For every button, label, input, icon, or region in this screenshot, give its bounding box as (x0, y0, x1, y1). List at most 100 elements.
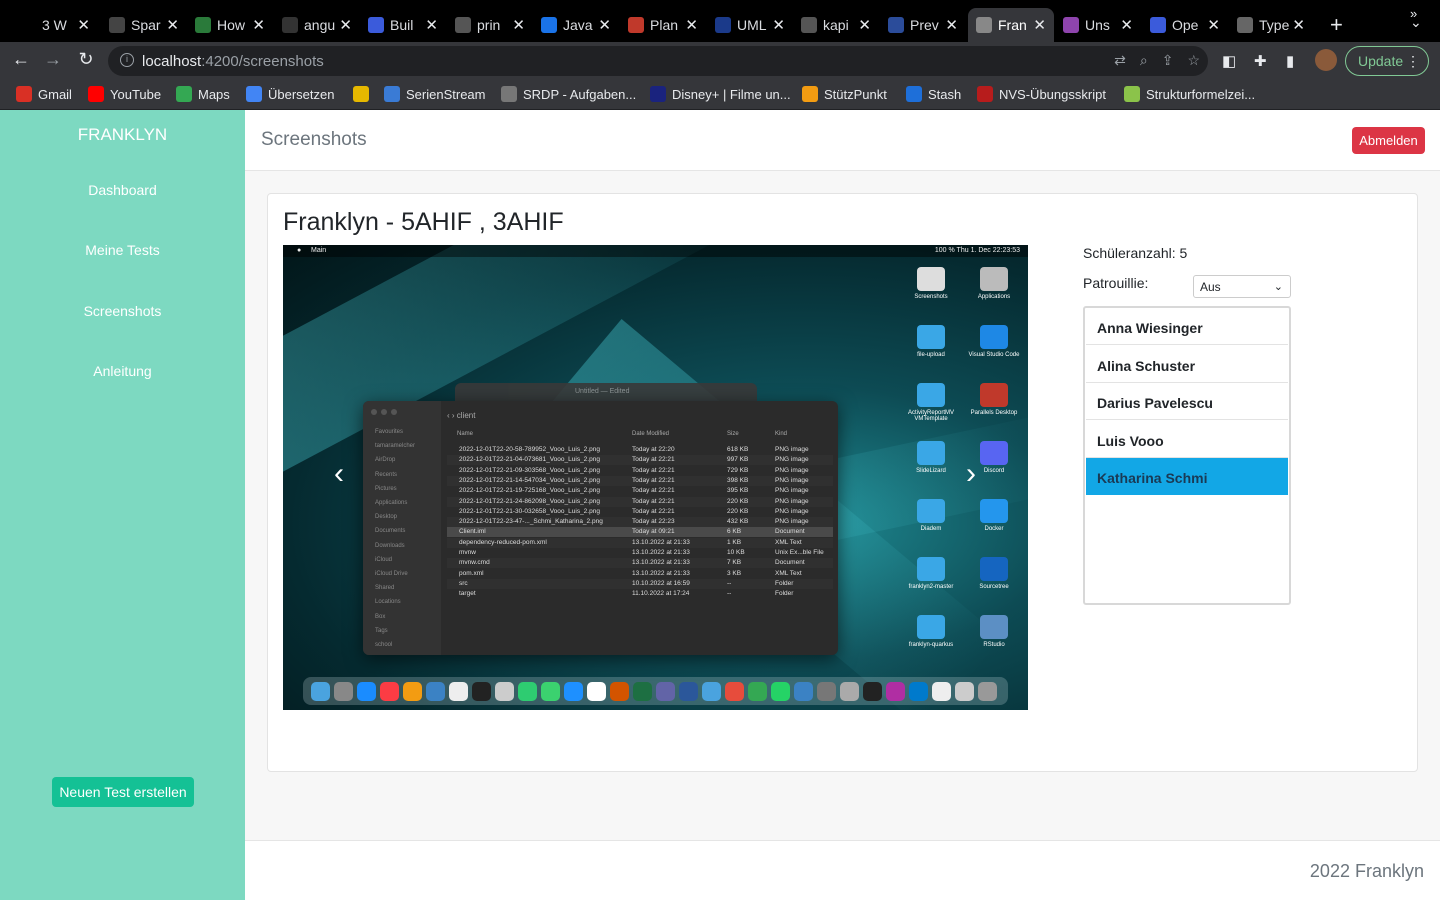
forward-icon[interactable]: → (41, 49, 65, 70)
address-bar[interactable]: i localhost:4200/screenshots ⇄ ⌕ ⇪ ☆ (108, 46, 1208, 76)
bookmark-item[interactable]: Übersetzen (246, 86, 334, 102)
close-icon[interactable]: ✕ (166, 16, 179, 34)
close-icon[interactable]: ✕ (1120, 16, 1133, 34)
tab-prin[interactable]: prin ✕ (447, 8, 533, 42)
bookmark-item[interactable]: Disney+ | Filme un... (650, 86, 791, 102)
bookmark-item[interactable]: Stash (906, 86, 961, 102)
tab-how[interactable]: How ✕ (187, 8, 273, 42)
close-icon[interactable]: ✕ (425, 16, 438, 34)
finder-file-cell: Today at 22:21 (632, 466, 675, 474)
molecule-icon (1124, 86, 1140, 102)
back-icon[interactable]: ← (9, 49, 33, 70)
tab-plan[interactable]: Plan ✕ (620, 8, 706, 42)
tab-ope[interactable]: Ope ✕ (1142, 8, 1228, 42)
tab-kapi[interactable]: kapi ✕ (793, 8, 879, 42)
student-list-item[interactable]: Anna Wiesinger (1086, 308, 1288, 345)
carousel-prev-icon[interactable]: ‹ (324, 457, 354, 491)
finder-file-row: 2022-12-01T22-21-19-725168_Vooo_Luis_2.p… (447, 486, 833, 496)
bookmark-item[interactable]: SRDP - Aufgaben... (501, 86, 636, 102)
student-list-item[interactable]: Darius Pavelescu (1086, 383, 1288, 420)
tab-type[interactable]: Type ✕ (1229, 8, 1313, 42)
new-test-button[interactable]: Neuen Test erstellen (52, 777, 194, 807)
bookmark-item[interactable]: SerienStream (384, 86, 485, 102)
close-icon[interactable]: ✕ (685, 16, 698, 34)
sidebar-item-screenshots[interactable]: Screenshots (0, 303, 245, 319)
sidebar-item-meine-tests[interactable]: Meine Tests (0, 242, 245, 258)
zoom-icon[interactable]: ⌕ (1140, 52, 1148, 69)
profile-avatar[interactable] (1315, 49, 1337, 71)
tab-spar[interactable]: Spar ✕ (101, 8, 187, 42)
bookmark-item[interactable]: StützPunkt (802, 86, 887, 102)
menu-dots-icon[interactable]: ⋮ (1406, 53, 1420, 70)
close-icon[interactable]: ✕ (858, 16, 871, 34)
finder-sidebar-item: Desktop (375, 514, 398, 521)
tab-angu[interactable]: angu ✕ (274, 8, 360, 42)
tab-uns[interactable]: Uns ✕ (1055, 8, 1141, 42)
desktop-icon: Applications (964, 267, 1024, 300)
close-icon[interactable]: ✕ (339, 16, 352, 34)
logout-button[interactable]: Abmelden (1352, 127, 1425, 154)
tab-java[interactable]: Java ✕ (533, 8, 619, 42)
close-icon[interactable]: ✕ (772, 16, 785, 34)
close-icon[interactable]: ✕ (512, 16, 525, 34)
close-icon[interactable]: ✕ (945, 16, 958, 34)
bookmark-item[interactable]: YouTube (88, 86, 161, 102)
extension-icon[interactable]: ◧ (1222, 52, 1236, 70)
carousel-next-icon[interactable]: › (956, 457, 986, 491)
tab-fran[interactable]: Fran ✕ (968, 8, 1054, 42)
translate-icon[interactable]: ⇄ (1114, 52, 1126, 69)
tab-buil[interactable]: Buil ✕ (360, 8, 446, 42)
close-icon[interactable]: ✕ (1292, 16, 1305, 34)
finder-file-cell: PNG image (775, 476, 809, 484)
bookmarks-overflow-icon[interactable]: » (1410, 6, 1417, 21)
student-list-item[interactable]: Luis Vooo (1086, 421, 1288, 458)
tab-uml[interactable]: UML ✕ (707, 8, 793, 42)
dock-app-icon (817, 681, 836, 701)
bookmark-label: Übersetzen (268, 86, 335, 102)
finder-column-header: Date Modified (632, 431, 670, 437)
bookmark-item[interactable]: Strukturformelzei... (1124, 86, 1255, 102)
tab-strip: 3 W ✕ Spar ✕ How ✕ angu ✕ Buil ✕ prin ✕ Java ✕ Plan ✕ UM… (0, 0, 1440, 42)
bookmark-item[interactable]: NVS-Übungsskript (977, 86, 1106, 102)
new-tab-icon[interactable]: + (1330, 12, 1343, 38)
reload-icon[interactable]: ↻ (74, 49, 98, 70)
tab-title: Prev (910, 17, 939, 33)
close-icon[interactable]: ✕ (1207, 16, 1220, 34)
folder-icon (917, 325, 945, 349)
bookmark-item[interactable]: Maps (176, 86, 230, 102)
finder-file-row: 2022-12-01T22-21-30-032658_Vooo_Luis_2.p… (447, 507, 833, 517)
student-list-item[interactable]: Alina Schuster (1086, 346, 1288, 383)
update-button[interactable]: Update ⋮ (1345, 46, 1429, 76)
sidebar-item-dashboard[interactable]: Dashboard (0, 182, 245, 198)
close-icon[interactable]: ✕ (77, 16, 90, 34)
patrol-select[interactable]: Aus ⌄ (1193, 275, 1291, 298)
dock-app-icon (633, 681, 652, 701)
finder-file-cell: 220 KB (727, 507, 749, 515)
dock-app-icon (978, 681, 997, 701)
desktop-icon-label: Docker (984, 526, 1004, 532)
sidebar-item-anleitung[interactable]: Anleitung (0, 363, 245, 379)
finder-file-cell: 13.10.2022 at 21:33 (632, 569, 690, 577)
close-icon[interactable]: ✕ (252, 16, 265, 34)
bookmark-item[interactable] (353, 86, 375, 102)
bookmark-star-icon[interactable]: ☆ (1187, 52, 1200, 69)
close-icon[interactable]: ✕ (1033, 16, 1046, 34)
play-icon (384, 86, 400, 102)
finder-file-cell: PNG image (775, 497, 809, 505)
finder-file-cell: -- (727, 579, 732, 587)
tab-3 w[interactable]: 3 W ✕ (12, 8, 98, 42)
side-panel-icon[interactable]: ▮ (1286, 52, 1294, 70)
share-icon[interactable]: ⇪ (1162, 52, 1174, 69)
site-info-icon[interactable]: i (120, 53, 134, 67)
dock-app-icon (794, 681, 813, 701)
bookmark-item[interactable]: Gmail (16, 86, 72, 102)
puzzle-icon[interactable]: ✚ (1254, 52, 1267, 70)
student-list-item[interactable]: Katharina Schmi (1086, 458, 1288, 495)
brand-logo[interactable]: FRANKLYN (0, 125, 245, 145)
tab-prev[interactable]: Prev ✕ (880, 8, 966, 42)
close-icon[interactable]: ✕ (598, 16, 611, 34)
bookmark-label: NVS-Übungsskript (999, 86, 1106, 102)
desktop-icon: RStudio (964, 615, 1024, 648)
youtube-icon (88, 86, 104, 102)
folder-icon (917, 615, 945, 639)
